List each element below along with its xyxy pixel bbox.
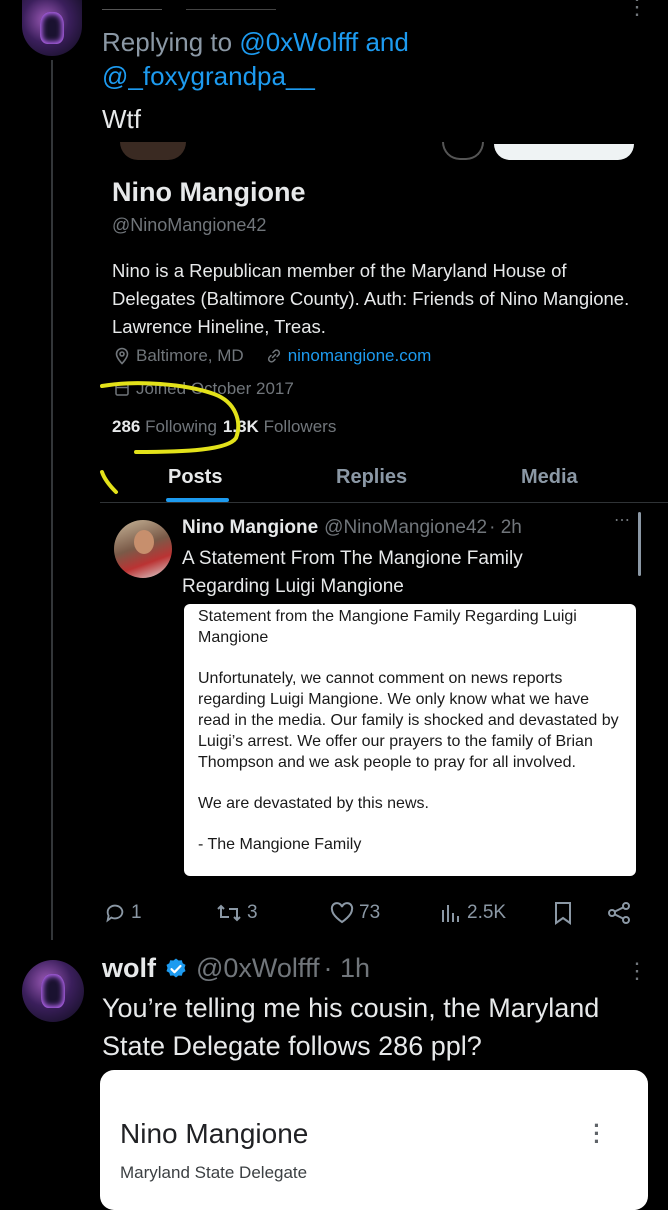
profile-handle: @NinoMangione42 xyxy=(112,215,267,235)
reply-user-link-1[interactable]: @0xWolfff xyxy=(239,27,358,57)
like-action[interactable]: 73 xyxy=(330,898,380,928)
card-more-icon: · · · xyxy=(593,1113,601,1154)
share-action[interactable] xyxy=(606,898,632,928)
wolf-avatar[interactable] xyxy=(22,960,84,1022)
bottom-more-icon[interactable]: ⋮ xyxy=(626,958,648,984)
inner-post-text: A Statement From The Mangione Family Reg… xyxy=(182,548,523,597)
repost-icon xyxy=(217,904,241,922)
thread-line xyxy=(51,60,53,940)
profile-bio: Nino is a Republican member of the Maryl… xyxy=(112,260,630,337)
bottom-post-header: wolf @0xWolfff · 1h xyxy=(102,953,370,984)
bottom-post-time: · 1h xyxy=(323,953,370,983)
verified-badge-icon xyxy=(166,958,186,977)
reply-action[interactable]: 1 xyxy=(104,898,142,928)
statement-paragraph-2: We are devastated by this news. xyxy=(198,795,429,812)
statement-paragraph-1: Unfortunately, we cannot comment on news… xyxy=(198,670,619,771)
profile-tabs: Posts Replies Media xyxy=(100,460,668,500)
bottom-post-text: You’re telling me his cousin, the Maryla… xyxy=(102,993,600,1061)
inner-post-name: Nino Mangione xyxy=(182,517,319,538)
location-pin-icon xyxy=(115,347,129,365)
profile-avatar xyxy=(120,142,186,160)
reply-text: Wtf xyxy=(102,104,141,134)
attached-image-card[interactable]: Nino Mangione Maryland State Delegate · ·… xyxy=(100,1070,648,1210)
cut-header xyxy=(102,0,302,10)
profile-follow-button xyxy=(494,144,634,160)
reply-user-link-2[interactable]: @_foxygrandpa__ xyxy=(102,61,315,91)
share-icon xyxy=(608,902,630,924)
inner-post-time: · 2h xyxy=(489,517,522,538)
link-icon xyxy=(267,349,280,363)
reply-count: 1 xyxy=(131,902,142,923)
bottom-post-handle[interactable]: @0xWolfff xyxy=(196,953,319,984)
profile-name: Nino Mangione xyxy=(112,177,306,207)
statement-image: Statement from the Mangione Family Regar… xyxy=(184,604,636,876)
reply-bubble-icon xyxy=(106,904,124,923)
repost-count: 3 xyxy=(247,902,258,923)
profile-location: Baltimore, MD xyxy=(136,346,244,365)
inner-post-avatar xyxy=(114,520,172,578)
tab-media[interactable]: Media xyxy=(521,466,578,489)
tab-replies[interactable]: Replies xyxy=(336,466,407,489)
bookmark-action[interactable] xyxy=(553,898,573,928)
replying-to-line: Replying to @0xWolfff and @_foxygrandpa_… xyxy=(102,25,622,93)
views-count: 2.5K xyxy=(467,902,507,923)
statement-title: Statement from the Mangione Family Regar… xyxy=(198,608,577,646)
statement-signature: - The Mangione Family xyxy=(198,836,362,853)
repost-action[interactable]: 3 xyxy=(216,898,258,928)
more-icon-top[interactable]: ⋮ xyxy=(626,0,648,20)
tabs-divider xyxy=(100,502,668,503)
wolf-avatar-top[interactable] xyxy=(22,0,82,56)
heart-icon xyxy=(330,902,354,924)
profile-meta-location: Baltimore, MD ninomangione.com xyxy=(114,346,431,366)
inner-post-handle: @NinoMangione42 xyxy=(324,517,488,538)
profile-icon-button xyxy=(442,142,484,160)
profile-website-link[interactable]: ninomangione.com xyxy=(288,346,432,366)
card-subtitle: Maryland State Delegate xyxy=(120,1163,308,1182)
followers-label: Followers xyxy=(263,417,337,436)
card-title: Nino Mangione xyxy=(120,1118,309,1149)
inner-scrollbar xyxy=(638,512,641,576)
tab-posts[interactable]: Posts xyxy=(168,466,222,489)
bookmark-icon xyxy=(555,902,571,925)
replying-prefix: Replying to xyxy=(102,27,233,57)
reply-conjunction: and xyxy=(365,27,409,57)
views-action[interactable]: 2.5K xyxy=(440,898,506,928)
inner-post-header: Nino Mangione @NinoMangione42 · 2h xyxy=(182,517,522,539)
inner-more-icon: ⋯ xyxy=(614,512,630,529)
like-count: 73 xyxy=(359,902,381,923)
views-bar-icon xyxy=(442,905,459,922)
bottom-post-name[interactable]: wolf xyxy=(102,953,156,984)
